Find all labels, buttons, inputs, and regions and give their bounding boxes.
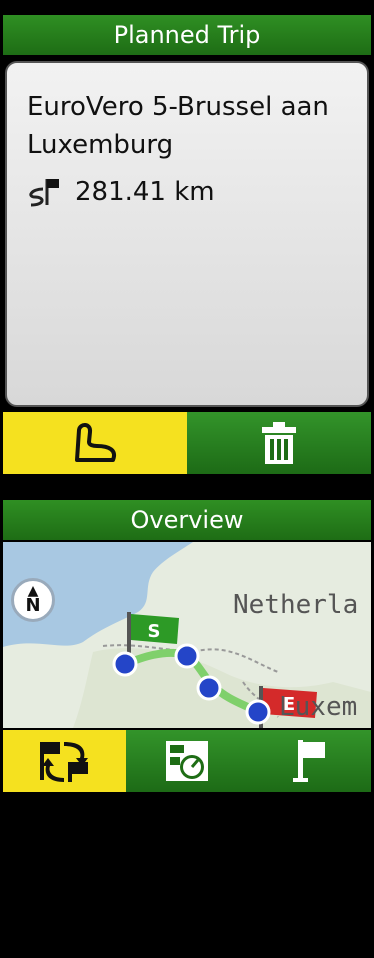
waypoint-end[interactable] [245, 699, 271, 725]
trip-name: EuroVero 5-Brussel aan Luxemburg [27, 92, 329, 160]
bottom-toolbar [3, 412, 371, 474]
waypoint-2[interactable] [174, 643, 200, 669]
distance-value: 281.41 km [75, 177, 215, 207]
compass-label: N [25, 595, 41, 616]
tab-trip-computer[interactable] [125, 730, 249, 792]
trip-card[interactable]: EuroVero 5-Brussel aan Luxemburg 281.41 … [5, 61, 369, 407]
trash-icon [262, 422, 296, 464]
trip-computer-icon [166, 741, 208, 781]
overview-screen: Overview S E Netherla Luxem ▲ N [0, 490, 374, 958]
start-flag-label: S [148, 621, 161, 642]
page-title: Overview [3, 500, 371, 540]
tab-flag[interactable] [248, 730, 372, 792]
distance-row: 281.41 km [27, 175, 215, 209]
delete-button[interactable] [187, 412, 371, 474]
route-shape-icon [75, 423, 116, 462]
route-switch-icon [40, 742, 89, 782]
map-label-luxembourg: Luxem [279, 692, 358, 722]
planned-trip-screen: Planned Trip EuroVero 5-Brussel aan Luxe… [0, 0, 374, 478]
waypoint-3[interactable] [196, 675, 222, 701]
waypoint-start[interactable] [112, 651, 138, 677]
flag-icon [292, 740, 325, 782]
page-title: Planned Trip [3, 15, 371, 55]
compass-button[interactable]: ▲ N [11, 578, 55, 622]
map-label-netherlands: Netherla [233, 590, 359, 620]
route-flag-icon [29, 179, 59, 207]
tab-route-switch[interactable] [3, 730, 126, 792]
map-view[interactable]: S E Netherla Luxem ▲ N [3, 542, 371, 728]
bottom-tabs [3, 730, 372, 792]
route-shape-button[interactable] [3, 412, 187, 474]
